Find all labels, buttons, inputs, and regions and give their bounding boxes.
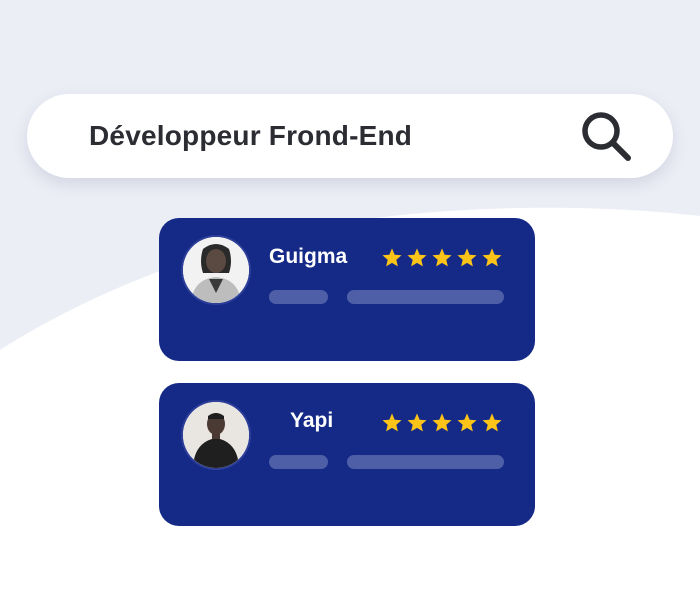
avatar: [183, 402, 249, 468]
star-icon: [432, 248, 452, 267]
placeholder-bar: [347, 290, 504, 304]
star-icon: [482, 248, 502, 267]
search-bar[interactable]: Développeur Frond-End: [27, 94, 673, 178]
placeholder-bar: [269, 290, 328, 304]
star-rating: [381, 247, 503, 269]
placeholder-bar: [347, 455, 504, 469]
star-icon: [432, 413, 452, 432]
star-icon: [407, 248, 427, 267]
candidate-name: Yapi: [290, 409, 334, 432]
result-card[interactable]: Yapi: [159, 383, 535, 526]
result-card[interactable]: Guigma: [159, 218, 535, 361]
placeholder-bar: [269, 455, 328, 469]
star-icon: [482, 413, 502, 432]
star-icon: [457, 248, 477, 267]
star-icon: [382, 413, 402, 432]
star-icon: [457, 413, 477, 432]
star-rating: [381, 412, 503, 434]
search-input[interactable]: Développeur Frond-End: [89, 120, 577, 152]
avatar: [183, 237, 249, 303]
search-icon[interactable]: [577, 107, 635, 165]
star-icon: [382, 248, 402, 267]
star-icon: [407, 413, 427, 432]
candidate-name: Guigma: [269, 245, 348, 268]
